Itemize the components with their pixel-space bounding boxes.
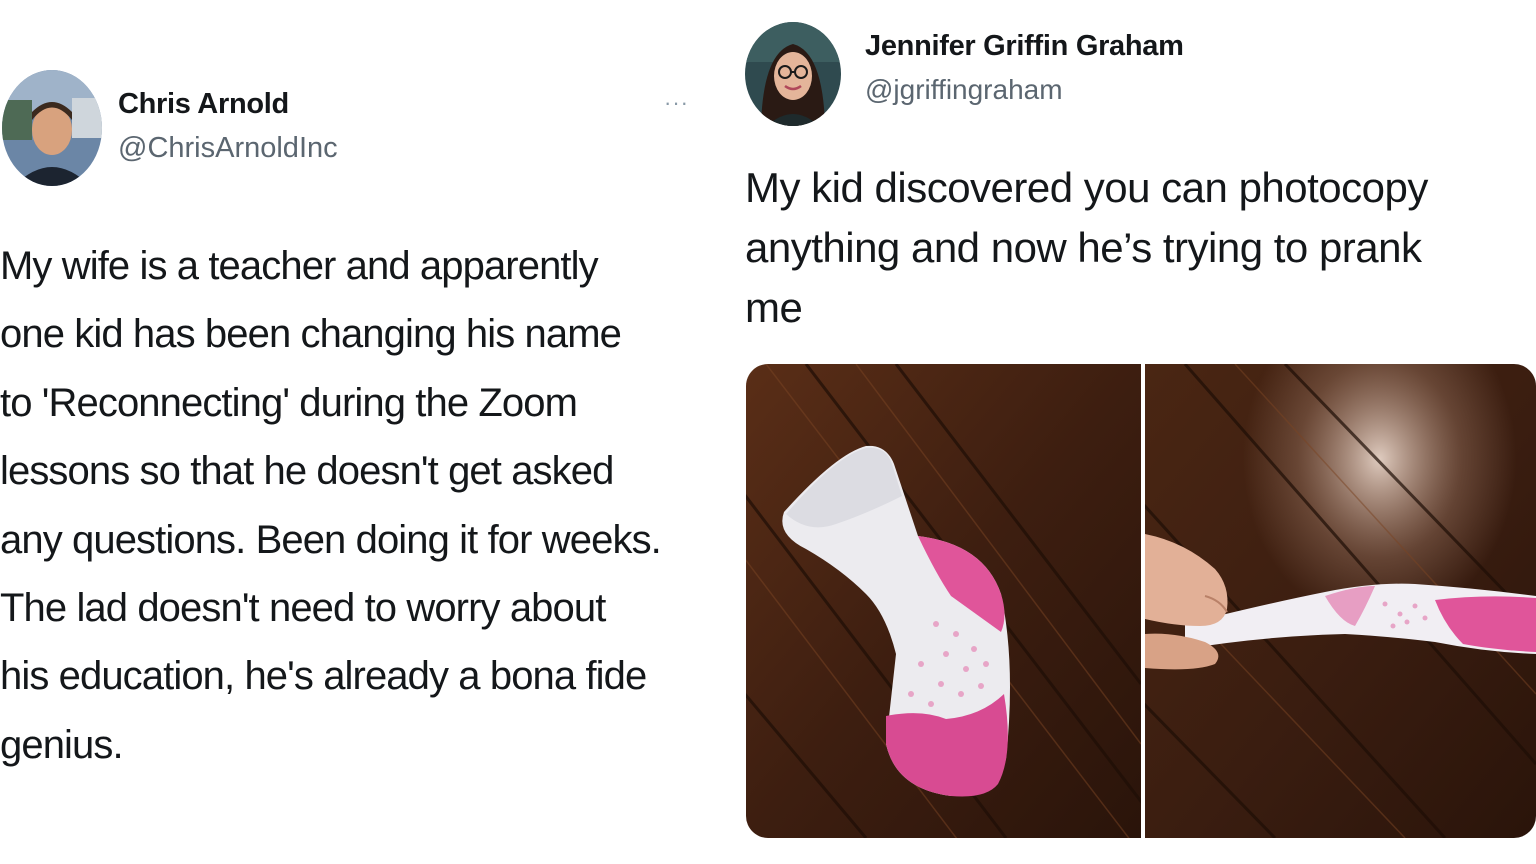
avatar[interactable] (2, 70, 102, 186)
tweet-text-line: me (745, 284, 803, 331)
tweet-text-line: The lad doesn't need to worry about (0, 586, 606, 631)
tweet-text: My wife is a teacher and apparently one … (0, 232, 715, 779)
avatar[interactable] (745, 22, 841, 126)
tweet-text-line: My wife is a teacher and apparently (0, 244, 599, 288)
author-name[interactable]: Chris Arnold (118, 88, 289, 121)
more-options-icon[interactable]: ··· (664, 90, 689, 116)
tweet-text-line: any questions. Been doing it for weeks. (0, 517, 662, 562)
tweet-jennifer-griffin-graham: Jennifer Griffin Graham @jgriffingraham … (730, 0, 1536, 864)
author-name[interactable]: Jennifer Griffin Graham (865, 30, 1184, 63)
tweet-text: My kid discovered you can photocopy anyt… (745, 158, 1525, 338)
photo-paper-copy-of-sock[interactable] (1145, 364, 1536, 838)
tweet-text-line: one kid has been changing his name (0, 312, 622, 357)
photo-sock-on-floor[interactable] (746, 364, 1141, 838)
tweet-text-line: to 'Reconnecting' during the Zoom (0, 380, 578, 425)
author-handle[interactable]: @ChrisArnoldInc (118, 132, 338, 165)
author-handle[interactable]: @jgriffingraham (865, 74, 1063, 106)
tweet-text-line: My kid discovered you can photocopy (745, 164, 1428, 211)
screenshot-canvas: Chris Arnold @ChrisArnoldInc ··· My wife… (0, 0, 1536, 864)
tweet-text-line: genius. (0, 722, 124, 767)
tweet-text-line: lessons so that he doesn't get asked (0, 449, 614, 494)
tweet-text-line: his education, he's already a bona fide (0, 654, 647, 699)
tweet-media-grid (746, 364, 1536, 838)
tweet-chris-arnold: Chris Arnold @ChrisArnoldInc ··· My wife… (0, 0, 720, 864)
tweet-text-line: anything and now he’s trying to prank (745, 224, 1422, 271)
